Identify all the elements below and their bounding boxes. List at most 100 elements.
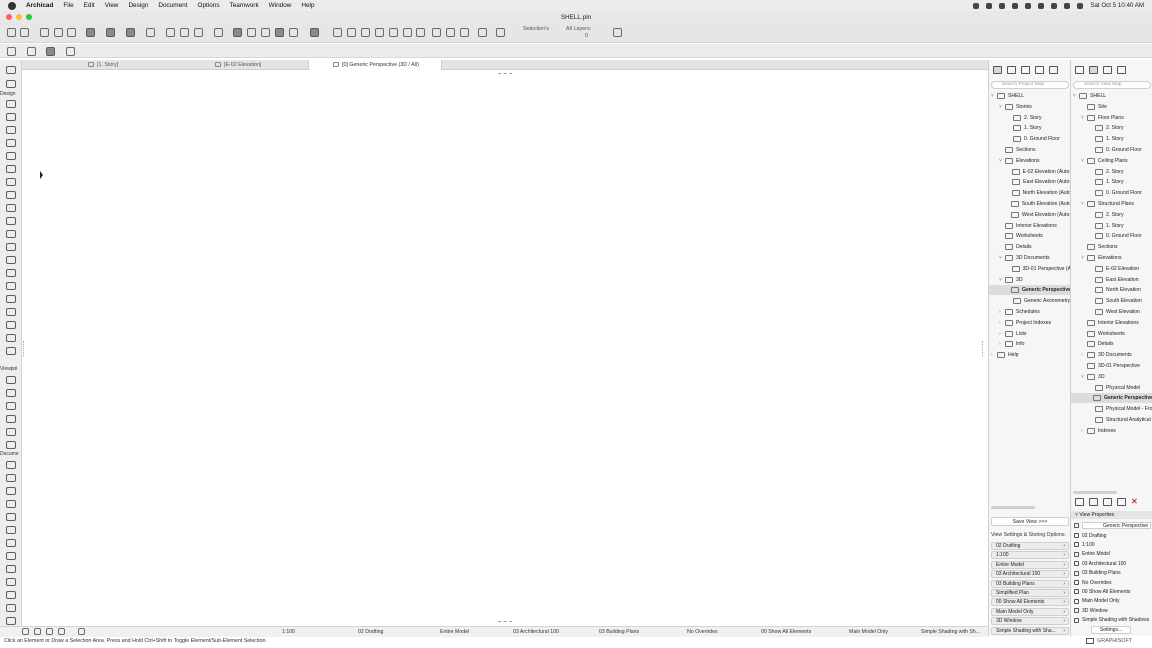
sync-icon[interactable] — [986, 2, 993, 9]
fit-in-window-icon[interactable] — [58, 628, 65, 635]
view-setting-dropdown[interactable]: Simple Shading with Sha... — [991, 626, 1069, 635]
project-map-icon[interactable] — [1075, 66, 1084, 74]
view-map-item[interactable]: South Elevation — [1071, 296, 1152, 306]
marker-tool-icon[interactable] — [6, 513, 16, 521]
pointer-icon[interactable] — [180, 28, 189, 37]
headphones-icon[interactable] — [1025, 2, 1032, 9]
top-resize-handle[interactable] — [498, 73, 512, 75]
status-scale[interactable]: 1:100 — [282, 629, 295, 635]
project-map-item[interactable]: ˅ Elevations — [989, 156, 1071, 166]
status-style[interactable]: Simple Shading with Sh... — [921, 629, 980, 635]
flag-icon[interactable] — [432, 28, 441, 37]
delete-icon[interactable]: ✕ — [1131, 498, 1140, 506]
view-setting-dropdown[interactable]: 03 Architectural 100 — [991, 570, 1069, 579]
tab-elevation[interactable]: [E-02 Elevation] — [215, 60, 305, 70]
roof-tool-icon[interactable] — [6, 152, 16, 160]
lamp-tool-icon[interactable] — [6, 295, 16, 303]
view-map-item[interactable]: Worksheets — [1071, 329, 1152, 339]
filter-icon[interactable] — [310, 28, 319, 37]
menu-window[interactable]: Window — [269, 2, 292, 9]
battery-icon[interactable] — [1038, 2, 1045, 9]
project-map-item[interactable]: ˅ 3D — [989, 275, 1071, 285]
menubar-clock[interactable]: Sat Oct 5 10:40 AM — [1090, 2, 1144, 9]
view-map-icon[interactable] — [1089, 66, 1098, 74]
settings-icon[interactable] — [1117, 498, 1126, 506]
project-map-item[interactable]: Interior Elevations — [989, 221, 1071, 231]
tab-perspective[interactable]: [0] Generic Perspective (3D / All) — [308, 60, 442, 70]
wall-tool-icon[interactable] — [6, 100, 16, 108]
opening-tool-icon[interactable] — [6, 256, 16, 264]
view-map-item[interactable]: Sections — [1071, 242, 1152, 252]
view-map-item[interactable]: E-02 Elevation — [1071, 264, 1152, 274]
measure-icon[interactable] — [194, 28, 203, 37]
3d-viewport-canvas[interactable] — [22, 71, 988, 625]
view-map-icon[interactable] — [1007, 66, 1016, 74]
elevation-tool-icon[interactable] — [6, 389, 16, 397]
undo-icon[interactable] — [7, 28, 16, 37]
view-setting-dropdown[interactable]: 00 Show All Elements — [991, 598, 1069, 607]
status-pen-set[interactable]: 03 Architectural 100 — [513, 629, 559, 635]
drawing-tool-icon[interactable] — [6, 578, 16, 586]
view-map-item[interactable]: 0. Ground Floor — [1071, 188, 1152, 198]
project-map-item[interactable]: › Project Indexes — [989, 318, 1071, 328]
window-tool-icon[interactable] — [6, 230, 16, 238]
view-map-item[interactable]: 0. Ground Floor — [1071, 231, 1152, 241]
shell-tool-icon[interactable] — [6, 165, 16, 173]
project-map-item[interactable]: ˅ SHELL — [989, 91, 1071, 101]
redo-icon[interactable] — [20, 28, 29, 37]
view-map-item[interactable]: 2. Story — [1071, 167, 1152, 177]
project-map-item[interactable]: West Elevation (Auto- — [989, 210, 1071, 220]
explode-icon[interactable] — [333, 28, 342, 37]
panel-menu-icon[interactable] — [1049, 66, 1058, 74]
view-map-item[interactable]: Site — [1071, 102, 1152, 112]
view-map-item[interactable]: ˅ Floor Plans — [1071, 113, 1152, 123]
morph-tool-icon[interactable] — [6, 321, 16, 329]
pick-up-parameters-icon[interactable] — [40, 28, 49, 37]
view-property-row[interactable]: 03 Architectural 100 — [1074, 559, 1126, 568]
project-map-icon[interactable] — [993, 66, 1002, 74]
left-splitter[interactable] — [23, 341, 26, 357]
layer-icon[interactable] — [86, 28, 95, 37]
menu-edit[interactable]: Edit — [84, 2, 95, 9]
view-map-item[interactable]: North Elevation — [1071, 285, 1152, 295]
settings-button[interactable]: Settings... — [1091, 626, 1131, 634]
door-tool-icon[interactable] — [6, 217, 16, 225]
view-map-item[interactable]: ˅ SHELL — [1071, 91, 1152, 101]
view-map-item[interactable]: ˅ Structural Plans — [1071, 199, 1152, 209]
inject-parameters-icon[interactable] — [54, 28, 63, 37]
status-renovation[interactable]: 00 Show All Elements — [761, 629, 811, 635]
project-map-item[interactable]: › Lists — [989, 329, 1071, 339]
zoom-out-icon[interactable] — [46, 628, 53, 635]
project-map-item[interactable]: ˅ 3D Documents — [989, 253, 1071, 263]
rotate-icon[interactable] — [389, 28, 398, 37]
menu-teamwork[interactable]: Teamwork — [230, 2, 259, 9]
view-map-item[interactable]: Physical Model - Fro — [1071, 404, 1152, 414]
hotspot-tool-icon[interactable] — [6, 591, 16, 599]
view-property-row[interactable]: 03 Building Plans — [1074, 569, 1121, 578]
view-setting-dropdown[interactable]: Entire Model — [991, 560, 1069, 569]
view-map-item[interactable]: 1. Story — [1071, 177, 1152, 187]
status-mvo[interactable]: 03 Building Plans — [599, 629, 639, 635]
view-properties-header[interactable]: ˅ View Properties — [1071, 511, 1152, 519]
status-icon[interactable] — [973, 2, 980, 9]
text-tool-icon[interactable] — [6, 487, 16, 495]
menu-help[interactable]: Help — [301, 2, 314, 9]
section-tool-icon[interactable] — [6, 376, 16, 384]
project-map-item[interactable]: › Info — [989, 339, 1071, 349]
view-property-row[interactable]: 00 Show All Elements — [1074, 587, 1130, 596]
close-icon[interactable] — [261, 28, 270, 37]
view-name-field[interactable]: Generic Perspective — [1082, 521, 1151, 529]
interior-elevation-tool-icon[interactable] — [6, 402, 16, 410]
project-map-item[interactable]: Sections — [989, 145, 1071, 155]
polyline-tool-icon[interactable] — [6, 565, 16, 573]
snap-grid-icon[interactable] — [275, 28, 284, 37]
control-center-icon[interactable] — [1077, 2, 1084, 9]
project-map-item[interactable]: Details — [989, 242, 1071, 252]
zone-tool-icon[interactable] — [6, 308, 16, 316]
bottom-resize-handle[interactable] — [498, 621, 512, 623]
project-map-item[interactable]: Worksheets — [989, 231, 1071, 241]
offset-icon[interactable] — [375, 28, 384, 37]
bluetooth-icon[interactable] — [1012, 2, 1019, 9]
guide-icon[interactable] — [166, 28, 175, 37]
view-property-row[interactable]: No Overrides — [1074, 578, 1111, 587]
